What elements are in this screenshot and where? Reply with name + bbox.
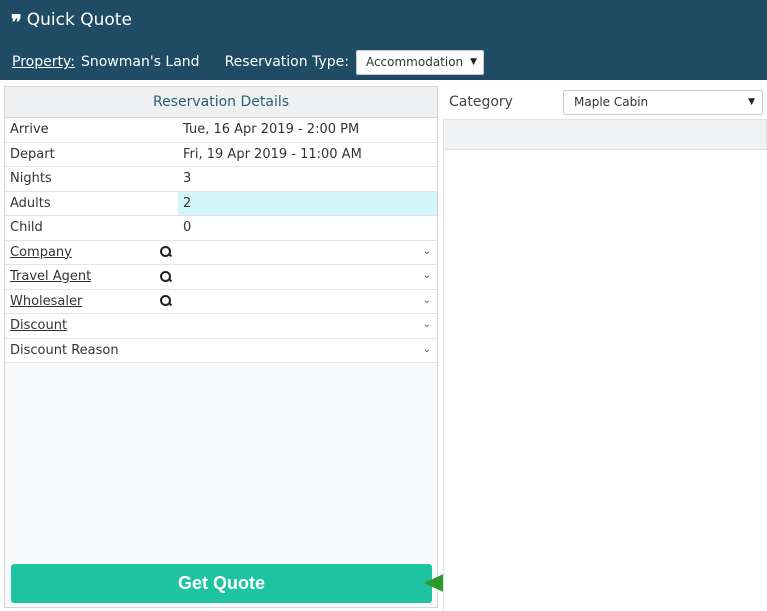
row-nights: Nights 3 [5, 167, 437, 192]
page-title-text: Quick Quote [26, 10, 132, 30]
get-quote-button[interactable]: Get Quote [11, 564, 432, 603]
travel-agent-label[interactable]: Travel Agent [5, 265, 178, 289]
panel-heading: Reservation Details [5, 87, 437, 118]
reservation-details-panel: Reservation Details Arrive Tue, 16 Apr 2… [4, 86, 438, 608]
search-icon[interactable] [160, 295, 172, 307]
row-depart: Depart Fri, 19 Apr 2019 - 11:00 AM [5, 143, 437, 167]
nights-field[interactable]: 3 [178, 167, 437, 191]
discount-reason-label: Discount Reason [10, 342, 119, 358]
child-label: Child [10, 220, 43, 236]
chevron-down-icon: ⌄ [422, 294, 431, 306]
adults-label: Adults [10, 195, 51, 211]
caret-down-icon: ▼ [470, 57, 478, 67]
wholesaler-label[interactable]: Wholesaler [5, 290, 178, 314]
chevron-down-icon: ⌄ [422, 245, 431, 257]
reservation-type-label: Reservation Type: [224, 54, 349, 70]
category-header-bar [443, 119, 767, 150]
reservation-type-select[interactable]: Accommodation ▼ [355, 49, 485, 75]
category-value: Maple Cabin [574, 95, 649, 109]
discount-reason-select[interactable]: ⌄ [178, 339, 437, 363]
arrive-label: Arrive [10, 122, 49, 138]
wholesaler-select[interactable]: ⌄ [178, 290, 437, 314]
discount-label[interactable]: Discount [5, 314, 178, 338]
adults-field[interactable]: 2 [178, 191, 437, 215]
chevron-down-icon: ⌄ [422, 270, 431, 281]
property-row: Property: Snowman's Land Reservation Typ… [12, 49, 485, 75]
caret-down-icon: ▼ [748, 97, 755, 107]
chevron-down-icon: ⌄ [422, 343, 431, 355]
category-row: Category Maple Cabin ▼ [443, 86, 767, 118]
row-child: Child 0 [5, 216, 437, 241]
depart-field[interactable]: Fri, 19 Apr 2019 - 11:00 AM [178, 143, 437, 167]
page-title: ❞ Quick Quote [11, 10, 132, 34]
child-field[interactable]: 0 [178, 216, 437, 240]
property-value: Snowman's Land [80, 54, 200, 70]
category-select[interactable]: Maple Cabin ▼ [563, 89, 763, 115]
reservation-fields: Arrive Tue, 16 Apr 2019 - 2:00 PM Depart… [5, 118, 437, 363]
search-icon[interactable] [160, 246, 172, 258]
category-label: Category [449, 94, 513, 110]
row-adults: Adults 2 [5, 191, 437, 216]
nights-label: Nights [10, 171, 52, 187]
category-content [443, 150, 767, 611]
category-panel: Category Maple Cabin ▼ [443, 86, 767, 611]
top-bar: ❞ Quick Quote Property: Snowman's Land R… [0, 0, 767, 80]
property-link[interactable]: Property: [12, 54, 75, 70]
row-wholesaler: Wholesaler ⌄ [5, 290, 437, 314]
travel-agent-select[interactable]: ⌄ [178, 265, 437, 289]
row-arrive: Arrive Tue, 16 Apr 2019 - 2:00 PM [5, 118, 437, 143]
row-discount-reason: Discount Reason ⌄ [5, 339, 437, 363]
chevron-down-icon: ⌄ [422, 319, 431, 330]
arrive-field[interactable]: Tue, 16 Apr 2019 - 2:00 PM [178, 118, 437, 142]
discount-select[interactable]: ⌄ [178, 314, 437, 338]
company-select[interactable]: ⌄ [178, 241, 437, 265]
row-travel-agent: Travel Agent ⌄ [5, 265, 437, 290]
reservation-type-value: Accommodation [365, 55, 464, 69]
row-company: Company ⌄ [5, 241, 437, 265]
row-discount: Discount ⌄ [5, 314, 437, 339]
search-icon[interactable] [160, 270, 172, 283]
depart-label: Depart [10, 146, 55, 162]
quote-icon: ❞ [11, 10, 22, 34]
company-label[interactable]: Company [5, 241, 178, 265]
